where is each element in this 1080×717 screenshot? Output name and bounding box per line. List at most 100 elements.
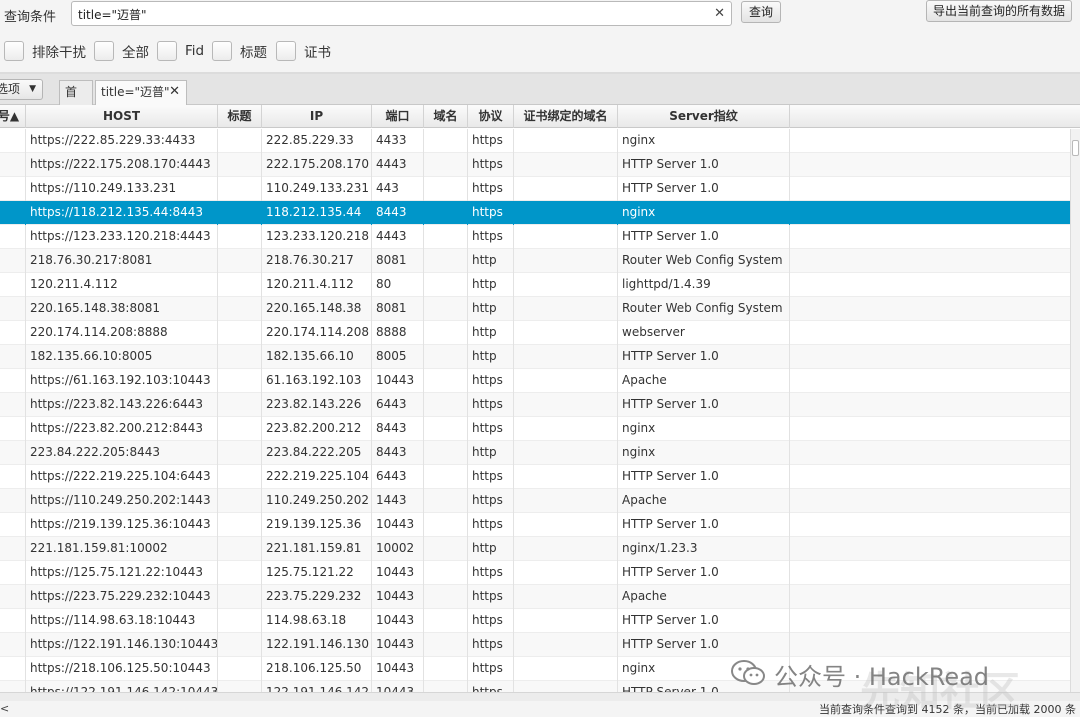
checkbox-box[interactable] [157, 41, 177, 61]
tab-home[interactable]: 首页 [59, 80, 93, 121]
column-header-cert-domain[interactable]: 证书绑定的域名 [514, 105, 618, 128]
cell-ip: 118.212.135.44 [262, 201, 372, 225]
checkbox-box[interactable] [276, 41, 296, 61]
column-header-host[interactable]: HOST [26, 105, 218, 128]
column-header-protocol[interactable]: 协议 [468, 105, 514, 128]
table-row[interactable]: https://223.82.143.226:6443 223.82.143.22… [0, 393, 1070, 417]
search-button[interactable]: 查询 [741, 1, 781, 23]
checkbox-cert[interactable]: 证书 [276, 40, 331, 62]
cell-host: https://110.249.133.231 [26, 177, 218, 201]
cell-index [0, 513, 26, 537]
checkbox-all[interactable]: 全部 [94, 40, 149, 62]
cell-domain [424, 369, 468, 393]
table-row[interactable]: 220.174.114.208:8888 220.174.114.208 8888 h… [0, 321, 1070, 345]
cell-host: https://122.191.146.130:10443 [26, 633, 218, 657]
checkbox-label: 全部 [122, 45, 149, 61]
cell-port: 10443 [372, 585, 424, 609]
cell-index [0, 225, 26, 249]
cell-host: 221.181.159.81:10002 [26, 537, 218, 561]
cell-port: 8443 [372, 441, 424, 465]
cell-protocol: https [468, 201, 514, 225]
table-row[interactable]: https://222.219.225.104:6443 222.219.225.… [0, 465, 1070, 489]
checkbox-box[interactable] [212, 41, 232, 61]
table-row[interactable]: https://223.82.200.212:8443 223.82.200.21… [0, 417, 1070, 441]
cell-ip: 221.181.159.81 [262, 537, 372, 561]
cell-index [0, 249, 26, 273]
column-header-index[interactable]: 号▲ [0, 105, 26, 128]
cell-protocol: https [468, 561, 514, 585]
close-tab-icon[interactable]: ✕ [169, 81, 180, 103]
table-row[interactable]: 120.211.4.112 120.211.4.112 80 http lighttpd… [0, 273, 1070, 297]
cell-port: 10443 [372, 609, 424, 633]
table-row[interactable]: https://219.139.125.36:10443 219.139.125.… [0, 513, 1070, 537]
cell-port: 6443 [372, 393, 424, 417]
cell-cert-domain [514, 249, 618, 273]
table-row[interactable]: https://223.75.229.232:10443 223.75.229.2… [0, 585, 1070, 609]
cell-port: 10002 [372, 537, 424, 561]
cell-protocol: https [468, 681, 514, 692]
cell-server: Router Web Config System [618, 249, 790, 273]
table-row[interactable]: https://110.249.133.231 110.249.133.231 44… [0, 177, 1070, 201]
checkbox-title[interactable]: 标题 [212, 40, 267, 62]
checkbox-exclude-interference[interactable]: 排除干扰 [4, 40, 86, 62]
cell-port: 80 [372, 273, 424, 297]
clear-icon[interactable]: ✕ [714, 6, 725, 21]
cell-host: 218.76.30.217:8081 [26, 249, 218, 273]
column-header-title[interactable]: 标题 [218, 105, 262, 128]
column-header-port[interactable]: 端口 [372, 105, 424, 128]
table-row[interactable]: 218.76.30.217:8081 218.76.30.217 8081 http R… [0, 249, 1070, 273]
table-row[interactable]: 221.181.159.81:10002 221.181.159.81 10002 h… [0, 537, 1070, 561]
cell-index [0, 369, 26, 393]
scrollbar-thumb[interactable] [1072, 140, 1079, 156]
cell-ip: 61.163.192.103 [262, 369, 372, 393]
scroll-left-icon[interactable]: < [0, 702, 9, 715]
tab-query-result[interactable]: title="迈普" ✕ [95, 80, 187, 105]
cell-port: 10443 [372, 369, 424, 393]
cell-protocol: https [468, 129, 514, 153]
cell-host: 220.165.148.38:8081 [26, 297, 218, 321]
cell-server: nginx/1.23.3 [618, 537, 790, 561]
table-header: 号▲ HOST 标题 IP 端口 域名 协议 证书绑定的域名 Server指纹 [0, 105, 1080, 128]
cell-host: https://222.175.208.170:4443 [26, 153, 218, 177]
column-header-ip[interactable]: IP [262, 105, 372, 128]
cell-ip: 218.106.125.50 [262, 657, 372, 681]
column-header-domain[interactable]: 域名 [424, 105, 468, 128]
vertical-scrollbar[interactable] [1070, 129, 1080, 692]
cell-cert-domain [514, 465, 618, 489]
cell-domain [424, 465, 468, 489]
watermark-text: 公众号 · HackRead [774, 663, 990, 691]
table-row[interactable]: https://61.163.192.103:10443 61.163.192.1… [0, 369, 1070, 393]
table-row[interactable]: https://222.85.229.33:4433 222.85.229.33 4… [0, 129, 1070, 153]
table-row[interactable]: 182.135.66.10:8005 182.135.66.10 8005 http H… [0, 345, 1070, 369]
checkbox-box[interactable] [4, 41, 24, 61]
table-row[interactable]: https://123.233.120.218:4443 123.233.120.… [0, 225, 1070, 249]
table-row[interactable]: 223.84.222.205:8443 223.84.222.205 8443 htt… [0, 441, 1070, 465]
cell-index [0, 561, 26, 585]
table-row[interactable]: https://118.212.135.44:8443 118.212.135.4… [0, 201, 1070, 225]
checkbox-label: 证书 [304, 45, 331, 61]
table-row[interactable]: https://114.98.63.18:10443 114.98.63.18 10… [0, 609, 1070, 633]
checkbox-box[interactable] [94, 41, 114, 61]
cell-ip: 110.249.133.231 [262, 177, 372, 201]
checkbox-fid[interactable]: Fid [157, 40, 204, 62]
query-input-value: title="迈普" [78, 8, 147, 22]
cell-domain [424, 249, 468, 273]
column-header-server[interactable]: Server指纹 [618, 105, 790, 128]
table-row[interactable]: https://110.249.250.202:1443 110.249.250.… [0, 489, 1070, 513]
export-button[interactable]: 导出当前查询的所有数据 [926, 0, 1072, 22]
query-input[interactable]: title="迈普" ✕ [71, 1, 732, 26]
cell-host: https://223.82.143.226:6443 [26, 393, 218, 417]
table-row[interactable]: https://125.75.121.22:10443 125.75.121.22… [0, 561, 1070, 585]
cell-host: https://61.163.192.103:10443 [26, 369, 218, 393]
table-row[interactable]: https://122.191.146.130:10443 122.191.146… [0, 633, 1070, 657]
table-row[interactable]: https://222.175.208.170:4443 222.175.208.… [0, 153, 1070, 177]
query-bar: 查询条件 title="迈普" ✕ 查询 导出当前查询的所有数据 [0, 0, 1080, 34]
options-dropdown[interactable]: 选项 ▼ [0, 79, 43, 100]
cell-domain [424, 417, 468, 441]
cell-ip: 219.139.125.36 [262, 513, 372, 537]
wechat-icon [731, 660, 765, 685]
cell-ip: 222.175.208.170 [262, 153, 372, 177]
table-row[interactable]: 220.165.148.38:8081 220.165.148.38 8081 htt… [0, 297, 1070, 321]
cell-ip: 220.174.114.208 [262, 321, 372, 345]
cell-port: 8081 [372, 249, 424, 273]
